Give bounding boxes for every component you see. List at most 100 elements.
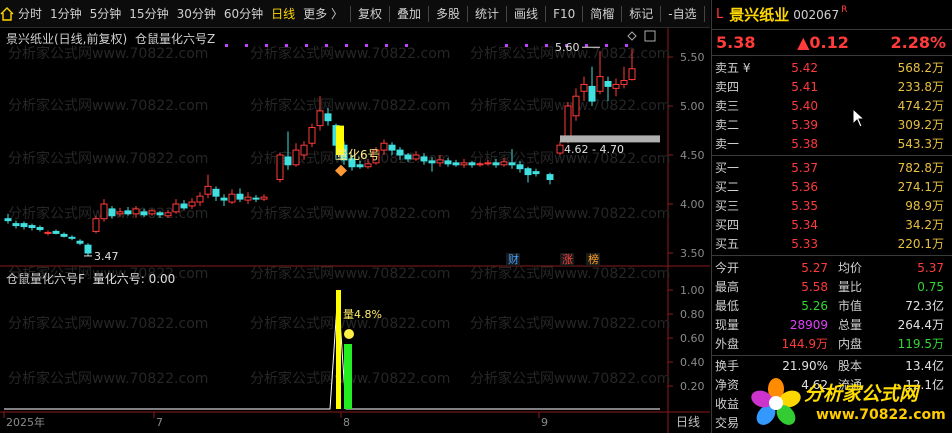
up-candle-body (436, 159, 444, 164)
signal-dot (265, 44, 268, 47)
up-candle-body (164, 212, 172, 217)
toolbar-item-16[interactable]: -自选 (664, 0, 700, 28)
stats2-v1: 21.90% (782, 358, 828, 373)
price-change: ▲0.12 (797, 33, 849, 52)
up-candle-body (556, 144, 564, 154)
sells-volume: 309.2万 (897, 118, 944, 132)
up-candle-body (228, 193, 236, 203)
down-candle-body (12, 223, 20, 227)
buys-row[interactable]: 买四 5.34 34.2万 (712, 215, 952, 234)
up-candle-body (260, 196, 268, 200)
signal-dot (245, 44, 248, 47)
toolbar-item-4[interactable]: 30分钟 (173, 0, 220, 28)
logo-title: 分析家公式网 (804, 383, 919, 405)
stats-k2: 内盘 (838, 337, 863, 351)
stock-name[interactable]: 景兴纸业 (729, 4, 789, 25)
down-candle-body (156, 212, 164, 216)
sells-row[interactable]: 卖五 ¥ 5.42 568.2万 (712, 58, 952, 77)
toolbar-item-8[interactable]: 复权 (354, 0, 386, 28)
home-icon[interactable] (0, 0, 14, 28)
stats-v2: 119.5万 (897, 337, 944, 351)
toolbar-separator (545, 5, 547, 22)
sells-volume: 233.8万 (897, 80, 944, 94)
up-candle-body (244, 196, 252, 201)
down-candle-body (508, 162, 516, 166)
signal-dot (285, 44, 288, 47)
down-candle-body (108, 208, 116, 217)
buys-row[interactable]: 买二 5.36 274.1万 (712, 177, 952, 196)
down-candle-body (76, 240, 84, 244)
y-tick-label: 5.00 (680, 100, 705, 113)
sub-y-tick-label: 1.00 (680, 284, 705, 297)
down-candle-body (492, 162, 500, 166)
main-legend-indicator[interactable]: 仓鼠量化六号Z (135, 32, 215, 46)
stats-k1: 现量 (715, 318, 740, 332)
toolbar-item-9[interactable]: 叠加 (393, 0, 425, 28)
stats-k2: 市值 (838, 299, 863, 313)
buys-volume: 220.1万 (897, 237, 944, 251)
up-candle-body (628, 68, 636, 81)
last-price: 5.38 (716, 33, 756, 52)
toolbar-item-1[interactable]: 1分钟 (46, 0, 86, 28)
down-candle-body (180, 203, 188, 209)
up-candle-body (148, 210, 156, 215)
toolbar-item-5[interactable]: 60分钟 (220, 0, 267, 28)
stats-v2: 5.37 (917, 260, 944, 275)
toolbar-item-10[interactable]: 多股 (432, 0, 464, 28)
down-candle-body (36, 227, 44, 230)
down-candle-body (468, 162, 476, 166)
y-tick-label: 4.00 (680, 198, 705, 211)
buys-row[interactable]: 买一 5.37 782.8万 (712, 158, 952, 177)
sells-label: 卖四 (715, 80, 740, 94)
toolbar-item-15[interactable]: 标记 (625, 0, 657, 28)
down-candle-body (420, 156, 428, 162)
down-candle-body (604, 81, 612, 87)
up-candle-body (612, 83, 620, 89)
buys-label: 买四 (715, 218, 740, 232)
sells-row[interactable]: 卖一 5.38 543.3万 (712, 134, 952, 153)
sub-y-tick-label: 0.80 (680, 308, 705, 321)
sells-row[interactable]: 卖二 5.39 309.2万 (712, 115, 952, 134)
sub-y-tick-label: 0.40 (680, 356, 705, 369)
sub-y-tick-label: 0.60 (680, 332, 705, 345)
kline-chart[interactable]: 分析家公式网www.70822.com 分析家公式网www.70822.com 分析… (0, 28, 710, 433)
toolbar-item-0[interactable]: 分时 (14, 0, 46, 28)
kline-chart-area[interactable]: 分析家公式网www.70822.com 分析家公式网www.70822.com 分析… (0, 28, 710, 433)
toolbar-item-2[interactable]: 5分钟 (86, 0, 126, 28)
buys-row[interactable]: 买三 5.35 98.9万 (712, 196, 952, 215)
toolbar-item-3[interactable]: 15分钟 (125, 0, 172, 28)
down-candle-body (324, 113, 332, 122)
toolbar-item-12[interactable]: 画线 (510, 0, 542, 28)
sells-row[interactable]: 卖三 5.40 474.2万 (712, 96, 952, 115)
signal-dot (365, 44, 368, 47)
buys-price: 5.36 (791, 179, 818, 194)
stats-k2: 均价 (838, 261, 863, 275)
watermark-text: 分析家公式网www.70822.com (8, 150, 208, 167)
up-candle-body (580, 83, 588, 92)
toolbar-item-14[interactable]: 简榴 (586, 0, 618, 28)
up-candle-body (412, 154, 420, 160)
signal-dot (225, 44, 228, 47)
sells-row[interactable]: 卖四 5.41 233.8万 (712, 77, 952, 96)
stats-row: 最高 5.58 量比 0.75 (712, 277, 952, 296)
sells-label: 卖三 (715, 99, 740, 113)
stats-v2: 264.4万 (897, 318, 944, 332)
signal-dot (545, 44, 548, 47)
toolbar-item-11[interactable]: 统计 (471, 0, 503, 28)
sub-legend-title[interactable]: 仓鼠量化六号F (6, 272, 85, 286)
buys-volume: 274.1万 (897, 180, 944, 194)
toolbar-item-6[interactable]: 日线 (267, 0, 299, 28)
buys-label: 买一 (715, 161, 740, 175)
buys-label: 买五 (715, 237, 740, 251)
toolbar-separator (428, 5, 430, 22)
period-toolbar: 分时 1分钟 5分钟 15分钟 30分钟 60分钟 日线 更多 〉复权 叠加 多股 统计 画线 F10 简… (0, 0, 736, 28)
stats-v1: 5.27 (801, 260, 828, 275)
quote-panel: L 景兴纸业 002067 R 5.38 ▲0.12 2.28% 卖五 ¥ 5.4… (711, 0, 952, 433)
toolbar-item-13[interactable]: F10 (549, 0, 579, 28)
buys-price: 5.37 (791, 160, 818, 175)
buys-row[interactable]: 买五 5.33 220.1万 (712, 234, 952, 253)
sells-price: 5.39 (791, 117, 818, 132)
toolbar-item-7[interactable]: 更多 〉 (299, 0, 347, 28)
watermark-text: 分析家公式网www.70822.com (250, 97, 450, 114)
up-candle-body (380, 142, 388, 151)
